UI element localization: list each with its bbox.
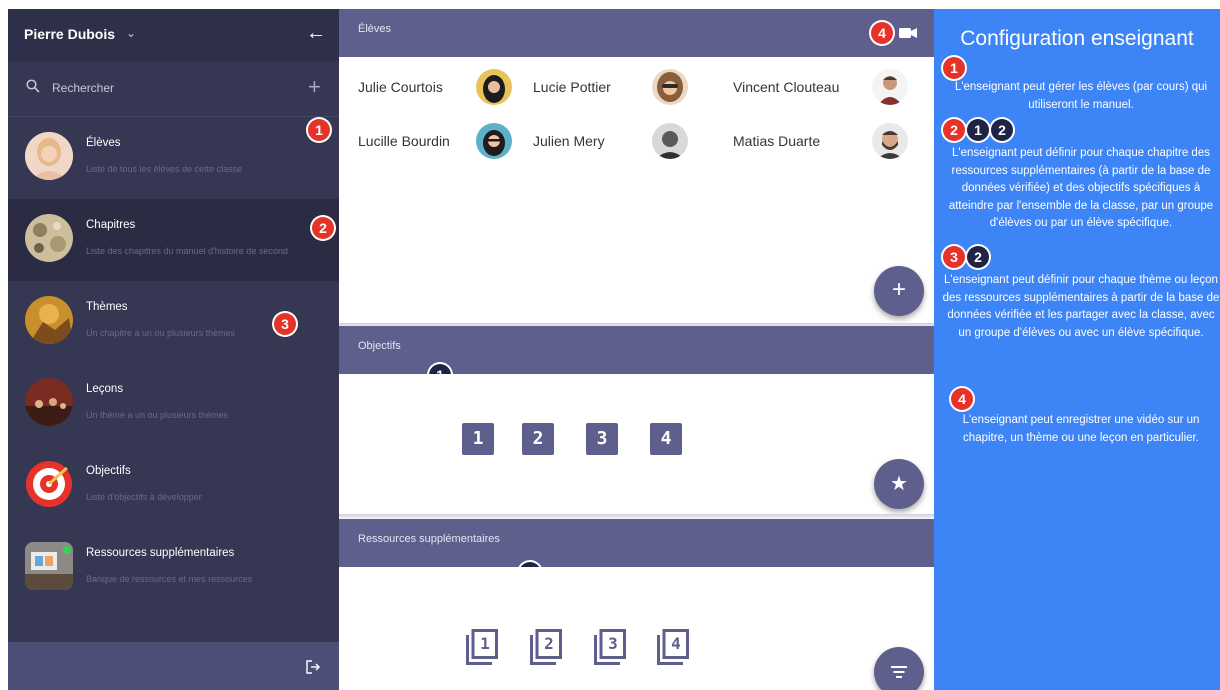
eleves-avatar	[25, 132, 73, 180]
student-avatar[interactable]	[652, 69, 688, 105]
badge-2: 2	[991, 119, 1013, 141]
resource-number: 2	[544, 634, 554, 653]
resource-number: 4	[671, 634, 681, 653]
sidebar-item-description: Banque de ressources et mes ressources	[86, 574, 253, 584]
sidebar-item-objectifs[interactable]: Objectifs Liste d'objectifs à développer	[8, 445, 339, 527]
badge-4: 4	[871, 22, 893, 44]
badge-3: 3	[943, 246, 965, 268]
resources-section-header: Ressources supplémentaires	[339, 519, 934, 567]
sidebar-item-title: Chapitres	[86, 219, 136, 231]
objective-tile[interactable]: 2	[522, 423, 554, 455]
info-text: L'enseignant peut définir pour chaque th…	[942, 274, 1220, 339]
student-avatar[interactable]	[872, 123, 908, 159]
objective-number: 4	[660, 428, 672, 449]
sidebar-item-title: Thèmes	[86, 301, 128, 313]
badge-2: 2	[967, 246, 989, 268]
resource-tile[interactable]: 3	[594, 629, 626, 670]
add-student-button[interactable]: +	[874, 266, 924, 316]
badge-4: 4	[951, 388, 973, 410]
sidebar-item-chapitres[interactable]: Chapitres Liste des chapitres du manuel …	[8, 199, 339, 281]
info-title: Configuration enseignant	[960, 27, 1194, 50]
app-root: Pierre Dubois ⌄ ← + Élèves Liste de tous…	[0, 0, 1220, 690]
sidebar-item-lecons[interactable]: Leçons Un thème a un ou plusieurs thèmes	[8, 363, 339, 445]
student-name[interactable]: Vincent Clouteau	[733, 79, 839, 95]
sidebar-item-title: Ressources supplémentaires	[86, 547, 235, 559]
search-icon	[26, 79, 40, 98]
target-icon	[25, 460, 73, 508]
lecons-avatar	[25, 378, 73, 426]
filter-icon	[891, 666, 907, 678]
search-input[interactable]	[52, 78, 282, 98]
student-name[interactable]: Julie Courtois	[358, 79, 443, 95]
sidebar-item-title: Élèves	[86, 137, 121, 149]
badge-1: 1	[943, 57, 965, 79]
chapitres-avatar	[25, 214, 73, 262]
resource-tile[interactable]: 1	[466, 629, 498, 670]
student-name[interactable]: Lucie Pottier	[533, 79, 611, 95]
objective-number: 3	[596, 428, 608, 449]
video-camera-icon[interactable]	[899, 26, 917, 44]
badge-2: 2	[312, 217, 334, 239]
objective-tile[interactable]: 4	[650, 423, 682, 455]
student-name[interactable]: Matias Duarte	[733, 133, 820, 149]
filter-button[interactable]	[874, 647, 924, 690]
resource-tile[interactable]: 2	[530, 629, 562, 670]
themes-avatar	[25, 296, 73, 344]
sidebar-header: Pierre Dubois ⌄ ←	[8, 9, 339, 61]
sidebar-item-title: Objectifs	[86, 465, 131, 477]
arrow-left-icon[interactable]: ←	[306, 22, 326, 45]
sidebar-item-eleves[interactable]: Élèves Liste de tous les élèves de cette…	[8, 117, 339, 199]
objective-number: 1	[472, 428, 484, 449]
sidebar-item-description: Un chapitre a un ou plusieurs thèmes	[86, 328, 236, 338]
main-content: Élèves 4 Julie Courtois Lucie Pottier Vi…	[339, 9, 934, 690]
student-avatar[interactable]	[872, 69, 908, 105]
resources-section-title: Ressources supplémentaires	[358, 533, 500, 545]
sidebar-footer	[8, 642, 339, 690]
sidebar-item-description: Un thème a un ou plusieurs thèmes	[86, 410, 229, 420]
student-avatar[interactable]	[476, 123, 512, 159]
sidebar-item-description: Liste d'objectifs à développer	[86, 492, 202, 502]
badge-3: 3	[274, 313, 296, 335]
sidebar: Pierre Dubois ⌄ ← + Élèves Liste de tous…	[8, 9, 339, 690]
objectives-section-header: Objectifs	[339, 326, 934, 374]
students-section-body: Julie Courtois Lucie Pottier Vincent Clo…	[339, 57, 934, 323]
objectives-section-title: Objectifs	[358, 340, 401, 352]
badge-1: 1	[308, 119, 330, 141]
info-text: L'enseignant peut gérer les élèves (par …	[954, 81, 1208, 111]
logout-icon[interactable]	[305, 659, 321, 680]
students-section-title: Élèves	[358, 23, 392, 35]
student-avatar[interactable]	[476, 69, 512, 105]
resource-number: 1	[480, 634, 490, 653]
sidebar-item-title: Leçons	[86, 383, 124, 395]
search-bar: +	[8, 61, 339, 117]
resources-section-body: 1 2 3 4	[339, 567, 934, 690]
info-panel: Configuration enseignant 1 L'enseignant …	[934, 9, 1220, 690]
badge-1: 1	[967, 119, 989, 141]
student-name[interactable]: Julien Mery	[533, 133, 605, 149]
sidebar-item-description: Liste des chapitres du manuel d'histoire…	[86, 246, 288, 256]
star-button[interactable]: ★	[874, 459, 924, 509]
sidebar-item-ressources[interactable]: Ressources supplémentaires Banque de res…	[8, 527, 339, 609]
sidebar-item-description: Liste de tous les élèves de cette classe	[86, 164, 243, 174]
resource-number: 3	[608, 634, 618, 653]
user-name[interactable]: Pierre Dubois	[24, 26, 115, 42]
ressources-avatar	[25, 542, 73, 590]
resource-tile[interactable]: 4	[657, 629, 689, 670]
objective-number: 2	[532, 428, 544, 449]
objectives-section-body: 1 2 3 4 ★	[339, 374, 934, 514]
student-avatar[interactable]	[652, 123, 688, 159]
objective-tile[interactable]: 1	[462, 423, 494, 455]
students-section-header: Élèves 4	[339, 9, 934, 57]
plus-icon[interactable]: +	[308, 74, 321, 100]
student-name[interactable]: Lucille Bourdin	[358, 133, 450, 149]
chevron-down-icon[interactable]: ⌄	[126, 26, 136, 40]
badge-2: 2	[943, 119, 965, 141]
objective-tile[interactable]: 3	[586, 423, 618, 455]
info-text: L'enseignant peut enregistrer une vidéo …	[962, 414, 1200, 444]
info-text: L'enseignant peut définir pour chaque ch…	[948, 147, 1214, 229]
